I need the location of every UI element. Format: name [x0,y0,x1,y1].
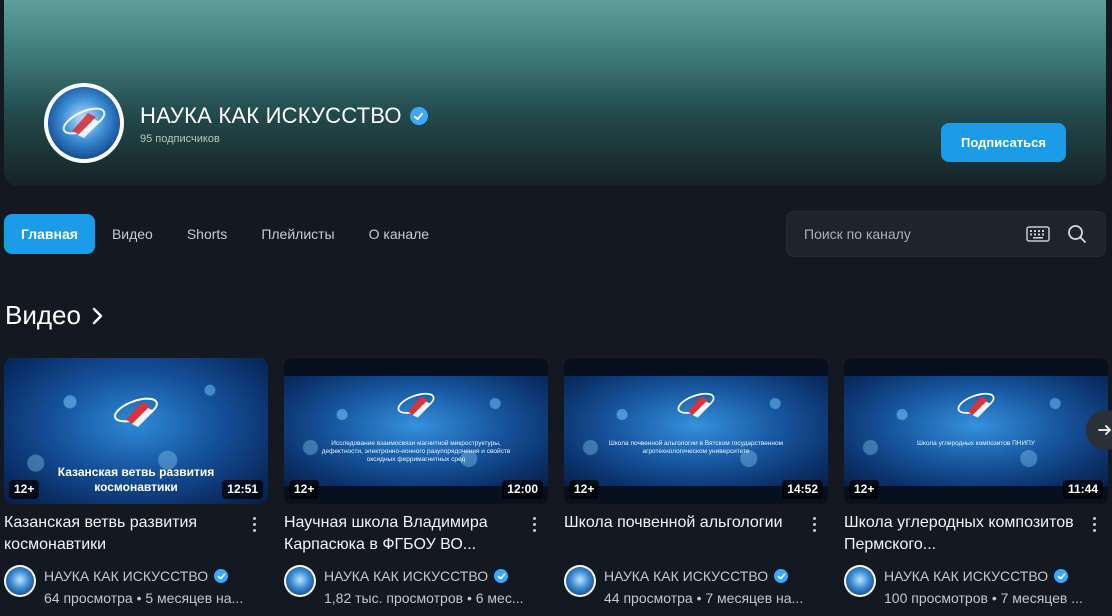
tab-shorts[interactable]: Shorts [170,214,244,254]
verified-badge-icon [214,569,229,583]
thumbnail-caption: Школа почвенной альгологии в Вятском гос… [608,440,784,455]
channel-avatar[interactable] [44,83,124,163]
duration-badge: 12:51 [222,480,263,499]
channel-tabs: Главная Видео Shorts Плейлисты О канале [4,214,446,254]
video-stats: 1,82 тыс. просмотров • 6 мес... [324,590,524,606]
arrow-right-icon [1098,425,1111,435]
thumbnail-caption: Школа углеродных композитов ПНИПУ [917,440,1035,447]
tab-videos[interactable]: Видео [95,214,170,254]
duration-badge: 11:44 [1062,480,1103,499]
age-rating-badge: 12+ [9,480,40,499]
age-rating-badge: 12+ [289,480,320,499]
subscribe-button[interactable]: Подписаться [941,123,1066,162]
verified-badge-icon [1054,569,1069,583]
tab-home[interactable]: Главная [4,214,95,254]
video-thumbnail[interactable]: Школа почвенной альгологии в Вятском гос… [564,358,828,504]
more-options-icon[interactable] [524,512,544,536]
section-title: Видео [5,300,81,330]
more-options-icon[interactable] [244,512,264,536]
channel-banner: НАУКА КАК ИСКУССТВО 95 подписчиков Подпи… [4,0,1106,186]
video-shelf: Казанская ветвь развития космонавтики 12… [4,358,1108,609]
subscriber-count: 95 подписчиков [140,133,220,145]
channel-logo-mark [114,397,158,427]
video-title[interactable]: Казанская ветвь развития космонавтики [4,512,236,556]
tab-playlists[interactable]: Плейлисты [244,214,351,254]
video-card: Школа углеродных композитов ПНИПУ 12+ 11… [844,358,1108,609]
video-thumbnail[interactable]: Исследование взаимосвязи магнитной микро… [284,358,548,504]
video-title[interactable]: Школа почвенной альгологии [564,512,796,556]
video-title[interactable]: Научная школа Владимира Карпасюка в ФГБО… [284,512,516,556]
channel-avatar-small[interactable] [284,565,316,597]
channel-avatar-small[interactable] [4,565,36,597]
video-thumbnail[interactable]: Казанская ветвь развития космонавтики 12… [4,358,268,504]
age-rating-badge: 12+ [569,480,600,499]
video-title[interactable]: Школа углеродных композитов Пермского... [844,512,1076,556]
channel-logo [48,87,120,159]
video-stats: 100 просмотров • 7 месяцев ... [884,590,1083,606]
video-stats: 44 просмотра • 7 месяцев на... [604,590,804,606]
channel-name: НАУКА КАК ИСКУССТВО [140,103,402,128]
chevron-right-icon [92,307,103,324]
video-channel-name[interactable]: НАУКА КАК ИСКУССТВО [324,565,488,587]
video-card: Казанская ветвь развития космонавтики 12… [4,358,268,609]
channel-logo-mark [397,392,435,418]
channel-page: { "channel": { "name": "НАУКА КАК ИСКУСС… [0,0,1112,616]
channel-avatar-small[interactable] [564,565,596,597]
channel-avatar-small[interactable] [844,565,876,597]
video-thumbnail[interactable]: Школа углеродных композитов ПНИПУ 12+ 11… [844,358,1108,504]
more-options-icon[interactable] [1084,512,1104,536]
channel-logo-mark [677,392,715,418]
video-card: Исследование взаимосвязи магнитной микро… [284,358,548,609]
search-input[interactable] [804,226,1014,242]
verified-badge-icon [409,107,428,125]
verified-badge-icon [774,569,789,583]
video-stats: 64 просмотра • 5 месяцев на... [44,590,244,606]
thumbnail-caption: Исследование взаимосвязи магнитной микро… [321,440,511,463]
keyboard-icon[interactable] [1026,226,1050,242]
duration-badge: 14:52 [782,480,823,499]
channel-search [786,211,1106,257]
video-channel-name[interactable]: НАУКА КАК ИСКУССТВО [44,565,208,587]
channel-logo-mark [957,392,995,418]
section-header[interactable]: Видео [5,300,103,331]
more-options-icon[interactable] [804,512,824,536]
verified-badge-icon [494,569,509,583]
video-channel-name[interactable]: НАУКА КАК ИСКУССТВО [884,565,1048,587]
duration-badge: 12:00 [502,480,543,499]
search-icon[interactable] [1067,224,1087,244]
video-card: Школа почвенной альгологии в Вятском гос… [564,358,828,609]
video-channel-name[interactable]: НАУКА КАК ИСКУССТВО [604,565,768,587]
channel-title: НАУКА КАК ИСКУССТВО [140,103,428,129]
age-rating-badge: 12+ [849,480,880,499]
tab-about[interactable]: О канале [352,214,446,254]
